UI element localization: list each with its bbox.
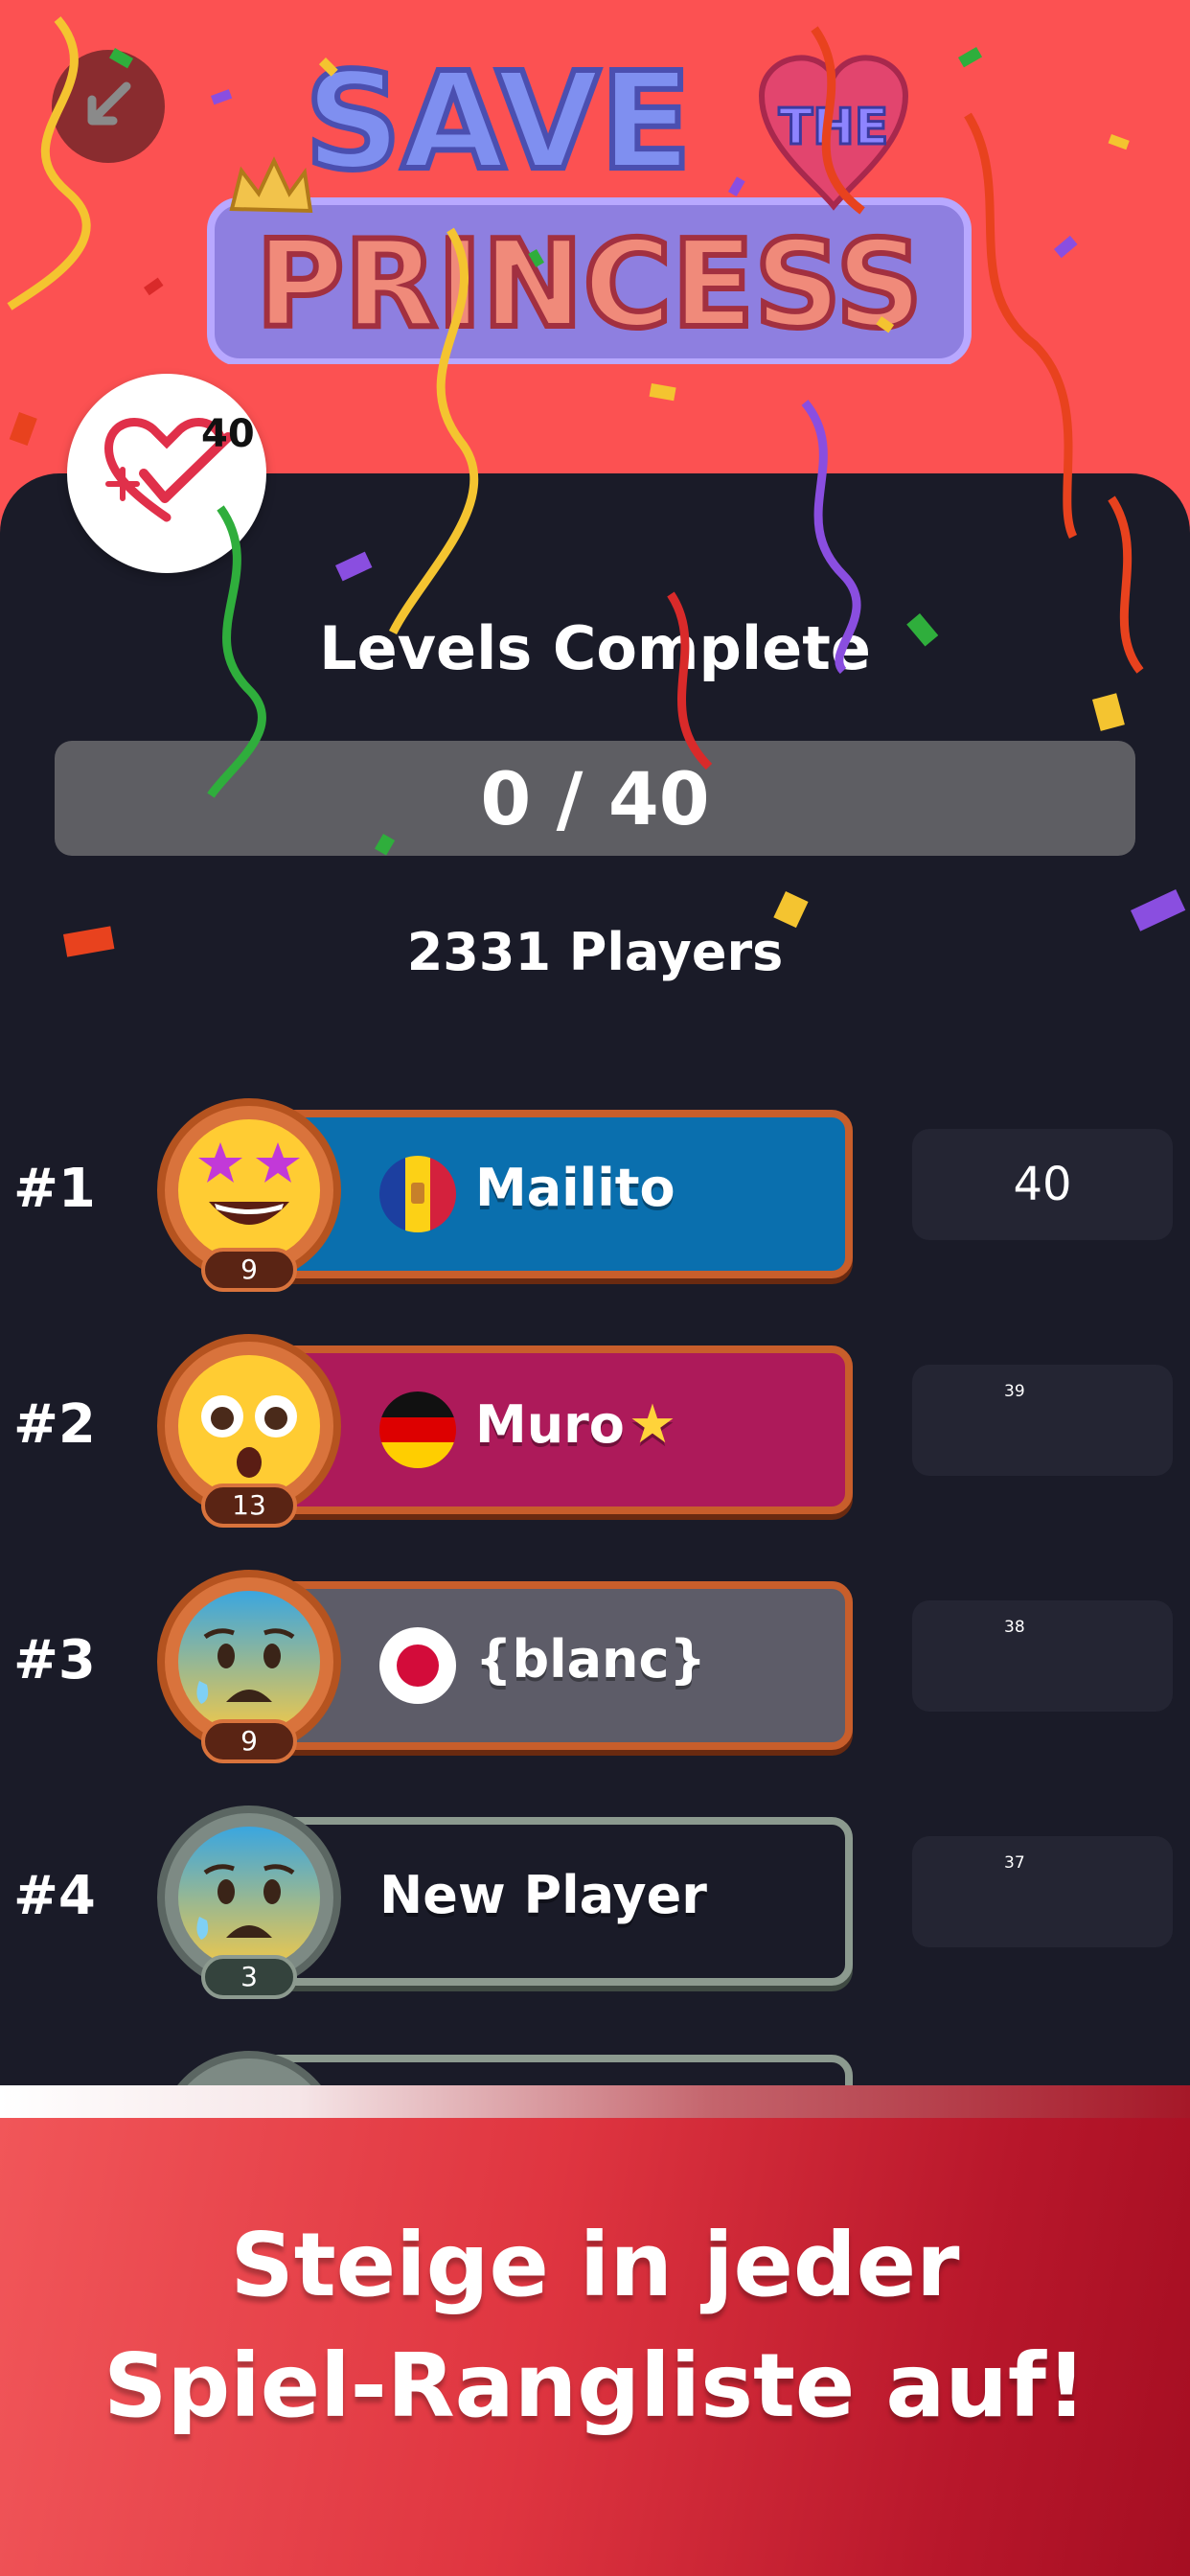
save-the-princess-logo: SAVE THE PRINCESS bbox=[207, 41, 972, 364]
japan-flag-icon bbox=[379, 1627, 456, 1704]
logo-save-text: SAVE bbox=[305, 44, 692, 200]
logo-princess-text: PRINCESS bbox=[256, 214, 923, 355]
levels-progress-bar: 0 / 40 bbox=[55, 741, 1135, 856]
star-icon: ★ bbox=[628, 1393, 677, 1456]
player-level-badge: 13 bbox=[201, 1484, 297, 1528]
logo-the-text: THE bbox=[779, 99, 889, 156]
player-card bbox=[230, 2055, 853, 2085]
star-struck-face-icon bbox=[178, 1119, 320, 1261]
rank-label: #2 bbox=[13, 1393, 96, 1456]
player-score: 39 bbox=[1004, 1382, 1025, 1401]
leaderboard-row[interactable]: #2 Muro★ 13 39 bbox=[0, 1334, 1190, 1528]
player-score: 38 bbox=[1004, 1618, 1025, 1637]
score-box: 38 bbox=[912, 1600, 1173, 1712]
leaderboard-row-partial bbox=[0, 2047, 1190, 2085]
leaderboard-row[interactable]: #4 New Player 3 37 bbox=[0, 1806, 1190, 1999]
heart-check-icon bbox=[104, 418, 233, 522]
promo-divider bbox=[0, 2085, 1190, 2118]
hearts-count: 40 bbox=[201, 412, 255, 456]
leaderboard-row[interactable]: #1 Mailito 9 40 bbox=[0, 1098, 1190, 1292]
promo-headline-line2: Spiel-Rangliste auf! bbox=[103, 2334, 1087, 2437]
score-box: 39 bbox=[912, 1365, 1173, 1476]
anxious-sweat-face-icon bbox=[178, 1827, 320, 1968]
player-score: 40 bbox=[1013, 1158, 1072, 1211]
player-level-badge: 9 bbox=[201, 1719, 297, 1763]
promo-headline-line1: Steige in jeder bbox=[230, 2214, 960, 2316]
players-count: 2331 Players bbox=[406, 922, 784, 982]
back-button[interactable] bbox=[52, 50, 165, 163]
hearts-badge: 40 bbox=[67, 374, 266, 573]
back-arrow-icon bbox=[87, 81, 131, 126]
germany-flag-icon bbox=[379, 1392, 456, 1468]
rank-label: #3 bbox=[13, 1629, 96, 1691]
anxious-sweat-face-icon bbox=[178, 1591, 320, 1733]
player-level-badge: 3 bbox=[201, 1955, 297, 1999]
leaderboard-row[interactable]: #3 {blanc} 9 38 bbox=[0, 1570, 1190, 1763]
levels-progress-text: 0 / 40 bbox=[480, 755, 710, 841]
player-name: New Player bbox=[379, 1865, 707, 1925]
player-name: Muro★ bbox=[475, 1393, 677, 1456]
score-box: 40 bbox=[912, 1129, 1173, 1240]
player-score: 37 bbox=[1004, 1853, 1025, 1873]
andorra-flag-icon bbox=[379, 1156, 456, 1232]
promo-banner: Steige in jeder Spiel-Rangliste auf! bbox=[0, 2118, 1190, 2576]
rank-label: #4 bbox=[13, 1865, 96, 1927]
score-box: 37 bbox=[912, 1836, 1173, 1947]
player-name: Mailito bbox=[475, 1158, 675, 1218]
rank-label: #1 bbox=[13, 1158, 96, 1220]
player-name: {blanc} bbox=[475, 1629, 706, 1690]
player-level-badge: 9 bbox=[201, 1248, 297, 1292]
crown-icon bbox=[229, 156, 313, 214]
levels-complete-title: Levels Complete bbox=[319, 613, 871, 683]
flushed-face-icon bbox=[178, 1355, 320, 1497]
